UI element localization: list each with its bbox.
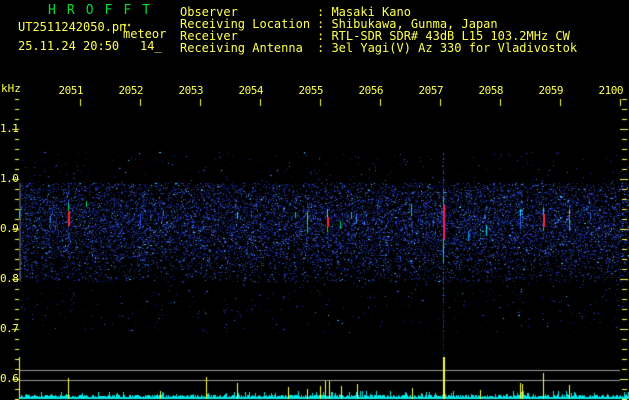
- time-tick-label: 2056: [358, 84, 384, 97]
- info-separator: :: [317, 41, 332, 55]
- output-filename: UT2511242050.pn: [18, 20, 127, 34]
- freq-tick-label: 0.7: [0, 322, 19, 335]
- time-tick-label: 2054: [238, 84, 264, 97]
- time-tick-label: 2059: [538, 84, 564, 97]
- freq-axis-unit: kHz: [1, 82, 21, 95]
- station-info-block: Observer: Masaki Kano Receiving Location…: [180, 6, 577, 54]
- time-tick-label: 2100: [598, 84, 624, 97]
- freq-tick-label: 0.8: [0, 272, 19, 285]
- time-tick-label: 2055: [298, 84, 324, 97]
- info-label: Receiving Antenna: [180, 41, 303, 55]
- freq-tick-label: 1.0: [0, 172, 19, 185]
- app-title: H R O F F T: [48, 3, 152, 18]
- datetime-label: 25.11.24 20:50: [18, 39, 120, 53]
- echo-count: 14_: [140, 39, 162, 53]
- info-value: 3el Yagi(V) Az 330 for Vladivostok: [331, 41, 578, 55]
- time-tick-label: 2057: [418, 84, 444, 97]
- time-tick-label: 2052: [118, 84, 144, 97]
- info-row-antenna: Receiving Antenna: 3el Yagi(V) Az 330 fo…: [180, 42, 577, 54]
- hrofft-screen: H R O F F T UT2511242050.pn meteor 25.11…: [0, 0, 629, 400]
- time-tick-label: 2058: [478, 84, 504, 97]
- freq-tick-label: 0.6: [0, 372, 19, 385]
- freq-tick-label: 0.9: [0, 222, 19, 235]
- time-tick-label: 2053: [178, 84, 204, 97]
- freq-tick-label: 1.1: [0, 122, 19, 135]
- spectrogram-canvas: [0, 0, 629, 400]
- time-tick-label: 2051: [58, 84, 84, 97]
